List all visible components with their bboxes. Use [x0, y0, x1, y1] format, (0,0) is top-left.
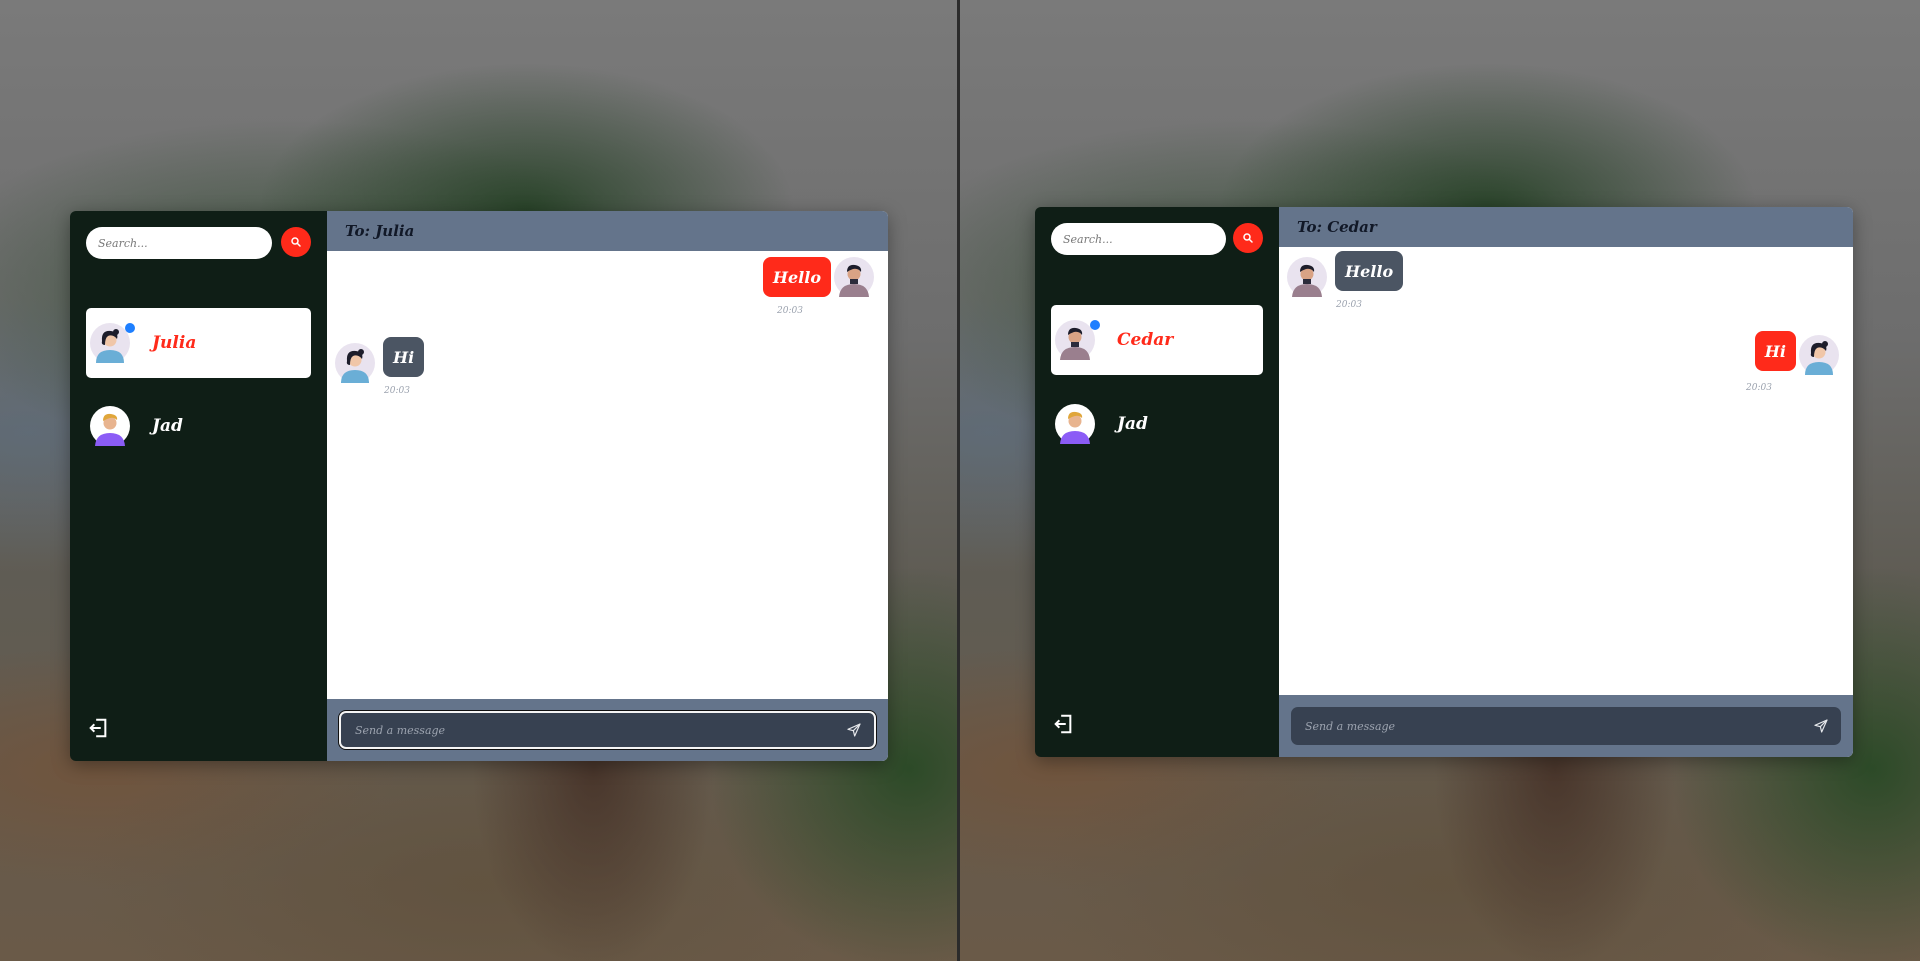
search-icon	[1243, 233, 1253, 243]
woman-avatar-icon	[90, 323, 130, 363]
woman-avatar-icon	[1799, 335, 1839, 375]
contact-item-jad[interactable]: Jad	[86, 391, 311, 461]
contact-item-julia[interactable]: Julia	[86, 308, 311, 378]
logout-icon[interactable]	[1052, 713, 1074, 735]
man-avatar-icon	[1055, 320, 1095, 360]
message-outgoing: Hi	[1754, 331, 1839, 375]
message-bubble: Hello	[1335, 251, 1404, 291]
search-button[interactable]	[1233, 223, 1263, 253]
message-bubble: Hello	[762, 257, 831, 297]
right-pane: Cedar Jad To: Cedar Hello	[960, 0, 1920, 961]
left-pane: Julia Jad To: Julia Hello	[0, 0, 957, 961]
message-time: 20:03	[1746, 383, 1772, 393]
message-time: 20:03	[777, 306, 803, 316]
search-button[interactable]	[281, 227, 311, 257]
message-input[interactable]	[353, 722, 846, 738]
online-indicator	[1090, 320, 1100, 330]
search-icon	[291, 237, 301, 247]
message-incoming: Hello	[1287, 251, 1404, 297]
search-input[interactable]	[86, 227, 272, 259]
message-input[interactable]	[1303, 718, 1813, 734]
avatar	[90, 406, 130, 446]
woman-avatar-icon	[335, 343, 375, 383]
message-composer	[1279, 695, 1853, 757]
message-list: Hello 20:03 Hi 20:03	[1279, 247, 1853, 695]
send-icon[interactable]	[846, 722, 862, 738]
sidebar: Cedar Jad	[1035, 207, 1279, 757]
chat-main: To: Julia Hello 20:03 Hi 20:03	[327, 211, 888, 761]
logout-icon[interactable]	[87, 717, 109, 739]
contact-name: Julia	[152, 333, 197, 353]
chat-header: To: Julia	[327, 211, 888, 251]
avatar	[1055, 320, 1100, 360]
message-input-box	[1291, 707, 1841, 745]
chat-header: To: Cedar	[1279, 207, 1853, 247]
message-list: Hello 20:03 Hi 20:03	[327, 251, 888, 699]
chat-title: To: Julia	[345, 222, 415, 240]
message-time: 20:03	[384, 386, 410, 396]
message-time: 20:03	[1336, 300, 1362, 310]
contact-name: Jad	[1117, 414, 1148, 434]
message-bubble: Hi	[1754, 331, 1796, 371]
message-input-box	[339, 711, 876, 749]
contact-name: Jad	[152, 416, 183, 436]
boy-avatar-icon	[1055, 404, 1095, 444]
contact-item-jad[interactable]: Jad	[1051, 389, 1263, 459]
man-avatar-icon	[1287, 257, 1327, 297]
sidebar: Julia Jad	[70, 211, 327, 761]
message-composer	[327, 699, 888, 761]
chat-app: Cedar Jad To: Cedar Hello	[1035, 207, 1853, 757]
message-incoming: Hi	[335, 337, 425, 383]
send-icon[interactable]	[1813, 718, 1829, 734]
message-bubble: Hi	[383, 337, 425, 377]
avatar	[90, 323, 135, 363]
avatar	[1055, 404, 1095, 444]
contact-name: Cedar	[1117, 330, 1174, 350]
chat-title: To: Cedar	[1297, 218, 1377, 236]
boy-avatar-icon	[90, 406, 130, 446]
chat-main: To: Cedar Hello 20:03 Hi 20:03	[1279, 207, 1853, 757]
online-indicator	[125, 323, 135, 333]
search-input[interactable]	[1051, 223, 1226, 255]
contact-item-cedar[interactable]: Cedar	[1051, 305, 1263, 375]
chat-app: Julia Jad To: Julia Hello	[70, 211, 888, 761]
message-outgoing: Hello	[762, 257, 874, 297]
man-avatar-icon	[834, 257, 874, 297]
